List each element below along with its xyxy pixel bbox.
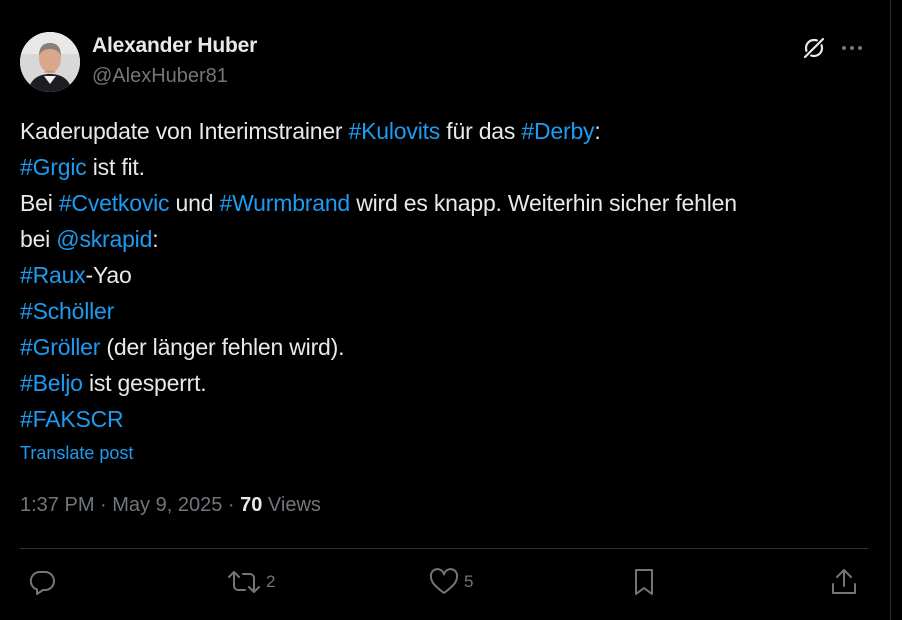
tweet-text-segment: Bei bbox=[20, 190, 59, 216]
hashtag-link[interactable]: #Grgic bbox=[20, 154, 87, 180]
hashtag-link[interactable]: #Gröller bbox=[20, 334, 100, 360]
tweet-text-segment: ist fit. bbox=[86, 154, 145, 180]
bookmark-icon bbox=[635, 569, 653, 595]
reply-icon bbox=[29, 571, 55, 595]
hashtag-link[interactable]: #FAKSCR bbox=[20, 406, 124, 432]
tweet-text-segment: : bbox=[594, 118, 601, 144]
timeline-border bbox=[890, 0, 891, 620]
tweet-text-segment: : bbox=[152, 226, 159, 252]
hashtag-link[interactable]: #Raux bbox=[20, 262, 86, 288]
hashtag-link[interactable]: #Derby bbox=[521, 118, 594, 144]
bookmark-button[interactable] bbox=[629, 565, 659, 599]
hashtag-link[interactable]: #Beljo bbox=[20, 370, 83, 396]
tweet-line: #Raux-Yao bbox=[20, 257, 870, 293]
tweet-detail: Alexander Huber @AlexHuber81 Kaderupdate… bbox=[0, 0, 890, 620]
more-icon[interactable] bbox=[838, 34, 866, 62]
author-name[interactable]: Alexander Huber bbox=[92, 34, 257, 58]
tweet-text: Kaderupdate von Interimstrainer #Kulovit… bbox=[20, 113, 870, 437]
tweet-text-segment: (der länger fehlen wird). bbox=[100, 334, 345, 360]
hashtag-link[interactable]: #Schöller bbox=[20, 298, 114, 324]
tweet-text-segment: und bbox=[169, 190, 220, 216]
tweet-line: #Beljo ist gesperrt. bbox=[20, 365, 870, 401]
tweet-text-segment: ist gesperrt. bbox=[82, 370, 207, 396]
tweet-text-segment: Kaderupdate von Interimstrainer bbox=[20, 118, 349, 144]
translate-post-link[interactable]: Translate post bbox=[20, 443, 133, 464]
mention-link[interactable]: @skrapid bbox=[56, 226, 152, 252]
views-label[interactable]: Views bbox=[262, 494, 321, 516]
share-button[interactable] bbox=[828, 565, 860, 599]
tweet-line: #Grgic ist fit. bbox=[20, 149, 870, 185]
tweet-line: #FAKSCR bbox=[20, 401, 870, 437]
tweet-text-segment: wird es knapp. Weiterhin sicher fehlen bbox=[350, 190, 737, 216]
like-icon bbox=[429, 568, 459, 594]
tweet-line: #Gröller (der länger fehlen wird). bbox=[20, 329, 870, 365]
author-handle[interactable]: @AlexHuber81 bbox=[92, 65, 228, 88]
tweet-text-segment: -Yao bbox=[85, 262, 132, 288]
tweet-line: bei @skrapid: bbox=[20, 221, 870, 257]
hashtag-link[interactable]: #Kulovits bbox=[349, 118, 441, 144]
tweet-line: Kaderupdate von Interimstrainer #Kulovit… bbox=[20, 113, 870, 149]
hashtag-link[interactable]: #Wurmbrand bbox=[220, 190, 351, 216]
hashtag-link[interactable]: #Cvetkovic bbox=[59, 190, 170, 216]
post-date[interactable]: May 9, 2025 bbox=[112, 494, 222, 516]
repost-count: 2 bbox=[266, 572, 276, 591]
divider bbox=[20, 548, 868, 549]
meta-separator: · bbox=[222, 494, 241, 516]
tweet-line: #Schöller bbox=[20, 293, 870, 329]
share-icon bbox=[832, 569, 856, 594]
grok-icon[interactable] bbox=[800, 34, 828, 62]
reply-button[interactable] bbox=[26, 565, 62, 599]
post-time[interactable]: 1:37 PM bbox=[20, 494, 94, 516]
tweet-text-segment: bei bbox=[20, 226, 57, 252]
tweet-line: Bei #Cvetkovic und #Wurmbrand wird es kn… bbox=[20, 185, 870, 221]
meta-separator: · bbox=[94, 494, 113, 516]
like-count: 5 bbox=[464, 572, 474, 591]
like-button[interactable]: 5 bbox=[428, 565, 473, 599]
views-count[interactable]: 70 bbox=[240, 494, 262, 516]
tweet-metadata: 1:37 PM · May 9, 2025 · 70 Views bbox=[20, 494, 321, 517]
repost-icon bbox=[228, 571, 260, 593]
repost-button[interactable]: 2 bbox=[226, 565, 275, 599]
tweet-text-segment: für das bbox=[440, 118, 522, 144]
avatar[interactable] bbox=[20, 32, 80, 92]
